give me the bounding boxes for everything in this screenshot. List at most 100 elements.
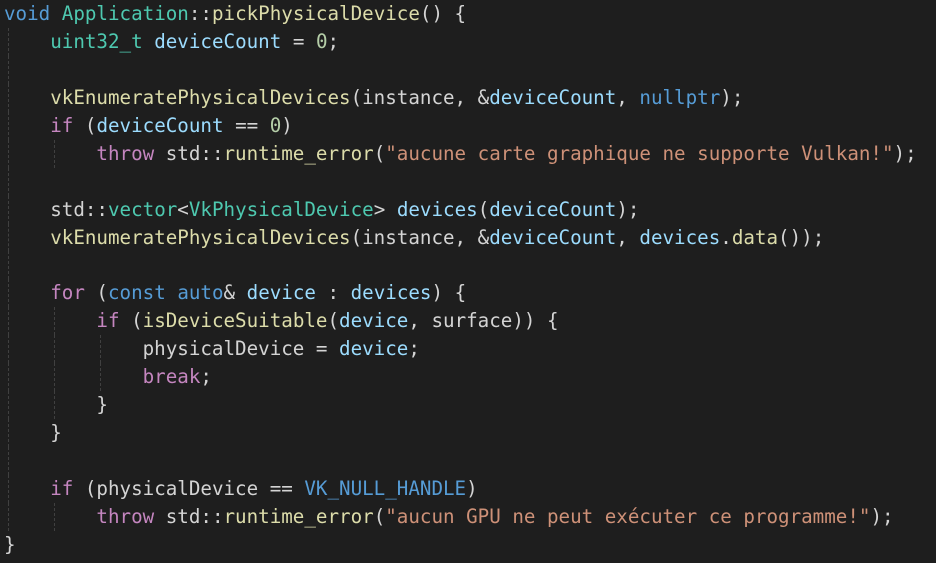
indent-guide [8, 167, 9, 196]
code-token: device [339, 337, 409, 361]
indent-guide [54, 363, 56, 392]
code-token: deviceCount [489, 197, 617, 221]
code-token: vkEnumeratePhysicalDevices [50, 85, 351, 109]
code-line[interactable] [0, 55, 936, 84]
code-line[interactable] [0, 167, 936, 196]
indent-guide [8, 139, 9, 168]
indent-guide [8, 83, 9, 112]
code-line[interactable]: if (physicalDevice == VK_NULL_HANDLE) [0, 474, 936, 503]
code-line[interactable]: if (deviceCount == 0) [0, 111, 936, 140]
code-token: auto [177, 281, 224, 305]
code-token: if [50, 113, 74, 137]
code-token: std:: [50, 197, 108, 221]
code-token: ) { [431, 281, 467, 305]
code-line[interactable]: throw std::runtime_error("aucune carte g… [0, 139, 936, 168]
indent-guide [8, 502, 9, 531]
code-token: device [246, 281, 316, 305]
code-line[interactable]: uint32_t deviceCount = 0; [0, 27, 936, 56]
code-line[interactable]: physicalDevice = device; [0, 335, 936, 364]
code-token: ( [373, 141, 386, 165]
indent-guide [8, 195, 9, 224]
code-token: throw [96, 504, 155, 528]
code-line[interactable]: } [0, 531, 936, 559]
indent-guide [8, 55, 9, 84]
code-line[interactable]: if (isDeviceSuitable(device, surface)) { [0, 307, 936, 336]
code-token: devices [350, 281, 432, 305]
indent-guide [8, 363, 9, 392]
code-token: device [339, 309, 409, 333]
code-token: ) [281, 113, 293, 137]
code-token: } [4, 532, 16, 556]
indent-guide [8, 111, 9, 140]
code-line[interactable]: for (const auto& device : devices) { [0, 279, 936, 308]
code-token: break [142, 365, 201, 389]
indent-guide [54, 502, 56, 531]
code-token: const [107, 281, 166, 305]
indent-guide [8, 391, 9, 420]
code-token: if [96, 309, 120, 333]
code-token: } [96, 393, 108, 417]
indent-guide [54, 335, 56, 364]
code-line[interactable]: } [0, 391, 936, 420]
code-token: ; [200, 365, 212, 389]
indent-guide [8, 447, 9, 475]
code-token: ); [720, 85, 744, 109]
code-token: ( [327, 309, 340, 333]
code-token: pickPhysicalDevice [211, 2, 420, 25]
code-line[interactable]: std::vector<VkPhysicalDevice> devices(de… [0, 195, 936, 224]
code-token: ( [73, 113, 97, 137]
code-token: ()); [778, 225, 825, 249]
code-token: nullptr [639, 85, 721, 109]
code-token: data [731, 225, 779, 249]
indent-guide [54, 139, 56, 168]
code-token: isDeviceSuitable [142, 309, 328, 333]
code-token: vector [107, 197, 178, 221]
code-token: = [281, 29, 316, 53]
code-line[interactable]: void Application::pickPhysicalDevice() { [0, 0, 936, 28]
code-line[interactable] [0, 251, 936, 280]
code-token: ); [870, 504, 894, 528]
indent-guide [100, 335, 102, 364]
code-editor[interactable]: void Application::pickPhysicalDevice() {… [0, 0, 936, 563]
code-token: 0 [315, 29, 328, 53]
code-token: ( [84, 281, 108, 305]
code-token: } [50, 421, 62, 445]
indent-guide [8, 335, 9, 364]
code-token: VkPhysicalDevice [188, 197, 374, 221]
code-line[interactable] [0, 447, 936, 475]
code-token: ) [466, 476, 478, 500]
code-token: for [50, 281, 85, 305]
code-line[interactable]: } [0, 419, 936, 447]
indent-guide [100, 363, 102, 392]
code-token: Application [61, 2, 189, 25]
code-line[interactable]: vkEnumeratePhysicalDevices(instance, &de… [0, 83, 936, 112]
code-token: ; [408, 337, 420, 361]
code-line[interactable]: throw std::runtime_error("aucun GPU ne p… [0, 502, 936, 531]
code-token: if [50, 476, 74, 500]
code-line[interactable]: break; [0, 363, 936, 392]
code-token: vkEnumeratePhysicalDevices [50, 225, 351, 249]
code-line[interactable]: vkEnumeratePhysicalDevices(instance, & de… [0, 223, 936, 252]
code-token: == [223, 113, 270, 137]
code-token: devices [639, 225, 721, 249]
indent-guide [8, 223, 9, 252]
code-token: physicalDevice = [142, 337, 340, 361]
code-token: runtime_error [223, 504, 374, 528]
indent-guide [54, 391, 56, 420]
code-token: (instance, & [350, 225, 490, 249]
code-token: ( [119, 309, 143, 333]
